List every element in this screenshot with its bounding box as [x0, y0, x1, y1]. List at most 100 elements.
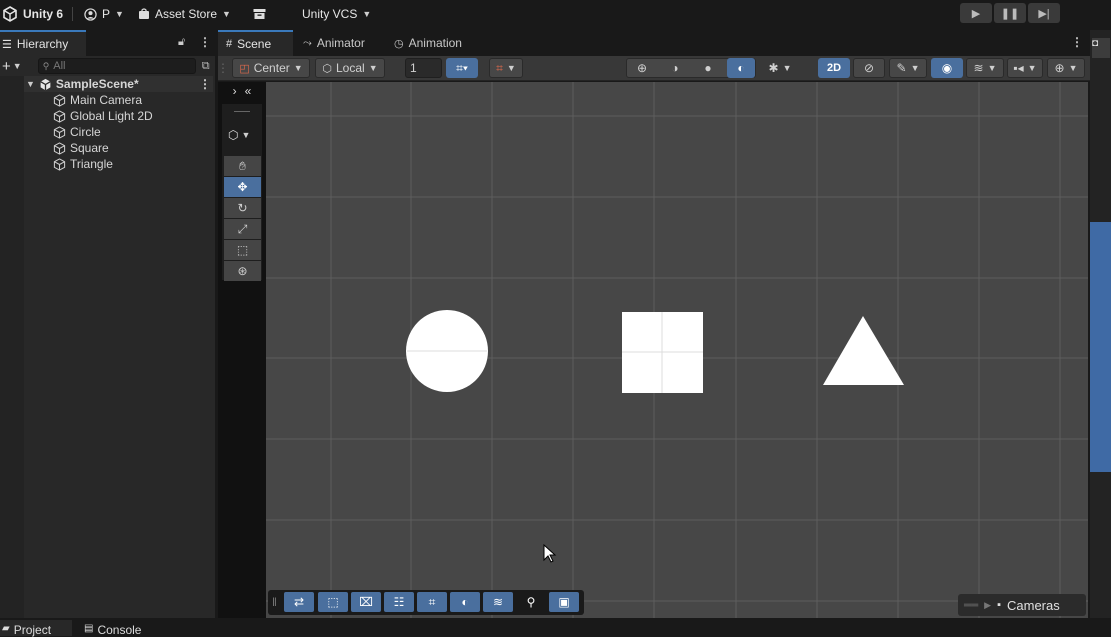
rotate-tool-button[interactable]: ↻: [224, 198, 261, 218]
lighting-toggle[interactable]: ◐: [727, 58, 755, 78]
playmode-controls: ▶ ❚❚ ▶|: [960, 3, 1060, 23]
wireframe-sphere-icon: ⊕: [636, 61, 648, 75]
list-item[interactable]: Main Camera: [0, 92, 213, 108]
animator-tab-label: Animator: [316, 36, 365, 50]
lock-icon[interactable]: 🔓︎: [178, 36, 185, 49]
layers-overlay-button[interactable]: ≋: [483, 592, 513, 612]
grid-overlay-button[interactable]: ⌗: [417, 592, 447, 612]
mode-2d-label: 2D: [826, 62, 842, 74]
chevron-right-icon[interactable]: ›: [233, 84, 237, 100]
chevron-down-icon: ▼: [782, 63, 792, 73]
chevron-down-icon: ▼: [987, 63, 997, 73]
list-item-label: Square: [70, 141, 109, 155]
crop-icon: ⌧: [359, 595, 373, 609]
search-overlay-button[interactable]: ⚲: [516, 592, 546, 612]
visibility-toggle[interactable]: ◉: [931, 58, 963, 78]
more-icon[interactable]: ⋮: [199, 35, 211, 49]
play-arrow-icon: ▶: [984, 599, 992, 610]
sprite-editor-button[interactable]: ⌧: [351, 592, 381, 612]
tab-project[interactable]: ▰ Project: [0, 620, 72, 637]
transform-icon: ⊛: [237, 264, 248, 278]
audio-toggle[interactable]: ⊘: [853, 58, 885, 78]
tab-hierarchy[interactable]: ☰ Hierarchy: [0, 30, 86, 56]
list-item[interactable]: Global Light 2D: [0, 108, 213, 124]
scrollbar-thumb[interactable]: [1090, 222, 1111, 472]
half-sphere-icon: ◑: [671, 61, 679, 75]
wireframe-shading-button[interactable]: ⊕: [629, 58, 655, 78]
double-chevron-left-icon[interactable]: «: [245, 84, 252, 100]
pivot-dropdown[interactable]: ◰ Center ▼: [232, 58, 310, 78]
pause-button[interactable]: ❚❚: [994, 3, 1026, 23]
tab-scene[interactable]: # Scene: [218, 30, 293, 56]
grid-snap-icon: ⌗▾: [456, 60, 468, 75]
cameras-label: Cameras: [1007, 597, 1060, 613]
archive-icon: [253, 9, 266, 19]
unity-menu[interactable]: Unity 6: [2, 0, 63, 28]
grid-snap-toggle[interactable]: ⌗▾: [446, 58, 478, 78]
shopping-bag-icon: [139, 8, 149, 19]
scene-grid: [266, 82, 1088, 618]
tab-animation[interactable]: ◷ Animation: [385, 30, 485, 56]
space-dropdown[interactable]: ⬡ Local ▼: [315, 58, 385, 78]
shaded-wireframe-button[interactable]: ◑: [662, 58, 688, 78]
package-button[interactable]: [253, 0, 266, 28]
camera-settings-dropdown[interactable]: ▪◂ ▼: [1007, 58, 1043, 78]
rect-icon: ⬚: [327, 595, 339, 609]
rect-icon: ⬚: [236, 243, 249, 257]
step-button[interactable]: ▶|: [1028, 3, 1060, 23]
hierarchy-search-input[interactable]: ⚲ All: [37, 58, 196, 74]
search-options-icon[interactable]: ⧉: [202, 60, 210, 73]
snap-increment-icon: ⌗: [496, 60, 503, 75]
console-icon: ▤: [84, 623, 94, 634]
transform-tool-button[interactable]: ⊛: [224, 261, 261, 281]
scene-tabbar: # Scene ⤳ Animator ◷ Animation ⋮: [218, 30, 1090, 56]
hand-tool-button[interactable]: ✋︎: [224, 156, 261, 176]
chevron-down-icon: ▼: [1027, 63, 1037, 73]
increment-snap-dropdown[interactable]: ⌗ ▼: [489, 58, 523, 78]
scene-viewport[interactable]: [266, 82, 1088, 618]
shaded-button[interactable]: ●: [695, 58, 721, 78]
cameras-overlay[interactable]: ══ ▶ ▪ Cameras: [958, 594, 1086, 616]
list-icon: ☰: [2, 38, 12, 51]
light-overlay-button[interactable]: ◐: [450, 592, 480, 612]
move-tool-button[interactable]: ✥: [224, 177, 261, 197]
shuffle-icon: ⇄: [293, 595, 305, 609]
camera-overlay-button[interactable]: ▣: [549, 592, 579, 612]
account-dropdown[interactable]: P ▼: [84, 0, 124, 28]
right-panel-edge: ◘: [1090, 30, 1111, 618]
scene-row[interactable]: ▼ SampleScene* ⋮: [0, 76, 213, 92]
tab-console[interactable]: ▤ Console: [72, 620, 149, 637]
scale-tool-button[interactable]: ⤢: [224, 219, 261, 239]
eye-icon: ◉: [941, 61, 953, 75]
chevron-down-icon: ▼: [222, 9, 231, 19]
account-label: P: [102, 7, 111, 21]
debug-draw-dropdown[interactable]: ✱ ▼: [761, 58, 799, 78]
bug-icon: ✱: [768, 61, 779, 75]
tile-palette-button[interactable]: ☷: [384, 592, 414, 612]
hand-icon: ✋︎: [239, 158, 246, 173]
list-item[interactable]: Triangle: [0, 156, 213, 172]
tab-animator[interactable]: ⤳ Animator: [293, 30, 385, 56]
scale-icon: ⤢: [237, 221, 248, 236]
tab-game[interactable]: ◘: [1092, 38, 1110, 58]
add-button[interactable]: + ▼: [2, 58, 22, 75]
play-button[interactable]: ▶: [960, 3, 992, 23]
vcs-dropdown[interactable]: Unity VCS ▼: [302, 0, 371, 28]
gizmos-dropdown[interactable]: ⊕ ▼: [1047, 58, 1085, 78]
asset-store-dropdown[interactable]: Asset Store ▼: [138, 0, 231, 28]
list-item[interactable]: Square: [0, 140, 213, 156]
sprite-shape-button[interactable]: ⇄: [284, 592, 314, 612]
more-icon[interactable]: ⋮: [1071, 35, 1083, 49]
tool-context-dropdown[interactable]: ⬡ ▼: [228, 128, 250, 142]
rect-overlay-button[interactable]: ⬚: [318, 592, 348, 612]
more-icon[interactable]: ⋮: [199, 77, 211, 91]
effects-dropdown[interactable]: ✎ ▼: [889, 58, 927, 78]
list-item[interactable]: Circle: [0, 124, 213, 140]
lighting-icon: ◐: [737, 61, 745, 75]
expand-arrow-icon[interactable]: ▼: [26, 79, 35, 89]
rect-tool-button[interactable]: ⬚: [224, 240, 261, 260]
scene-name: SampleScene*: [55, 77, 139, 91]
grid-size-field[interactable]: 1: [405, 58, 442, 78]
toggle-2d-button[interactable]: 2D: [818, 58, 850, 78]
layers-dropdown[interactable]: ≋ ▼: [966, 58, 1004, 78]
